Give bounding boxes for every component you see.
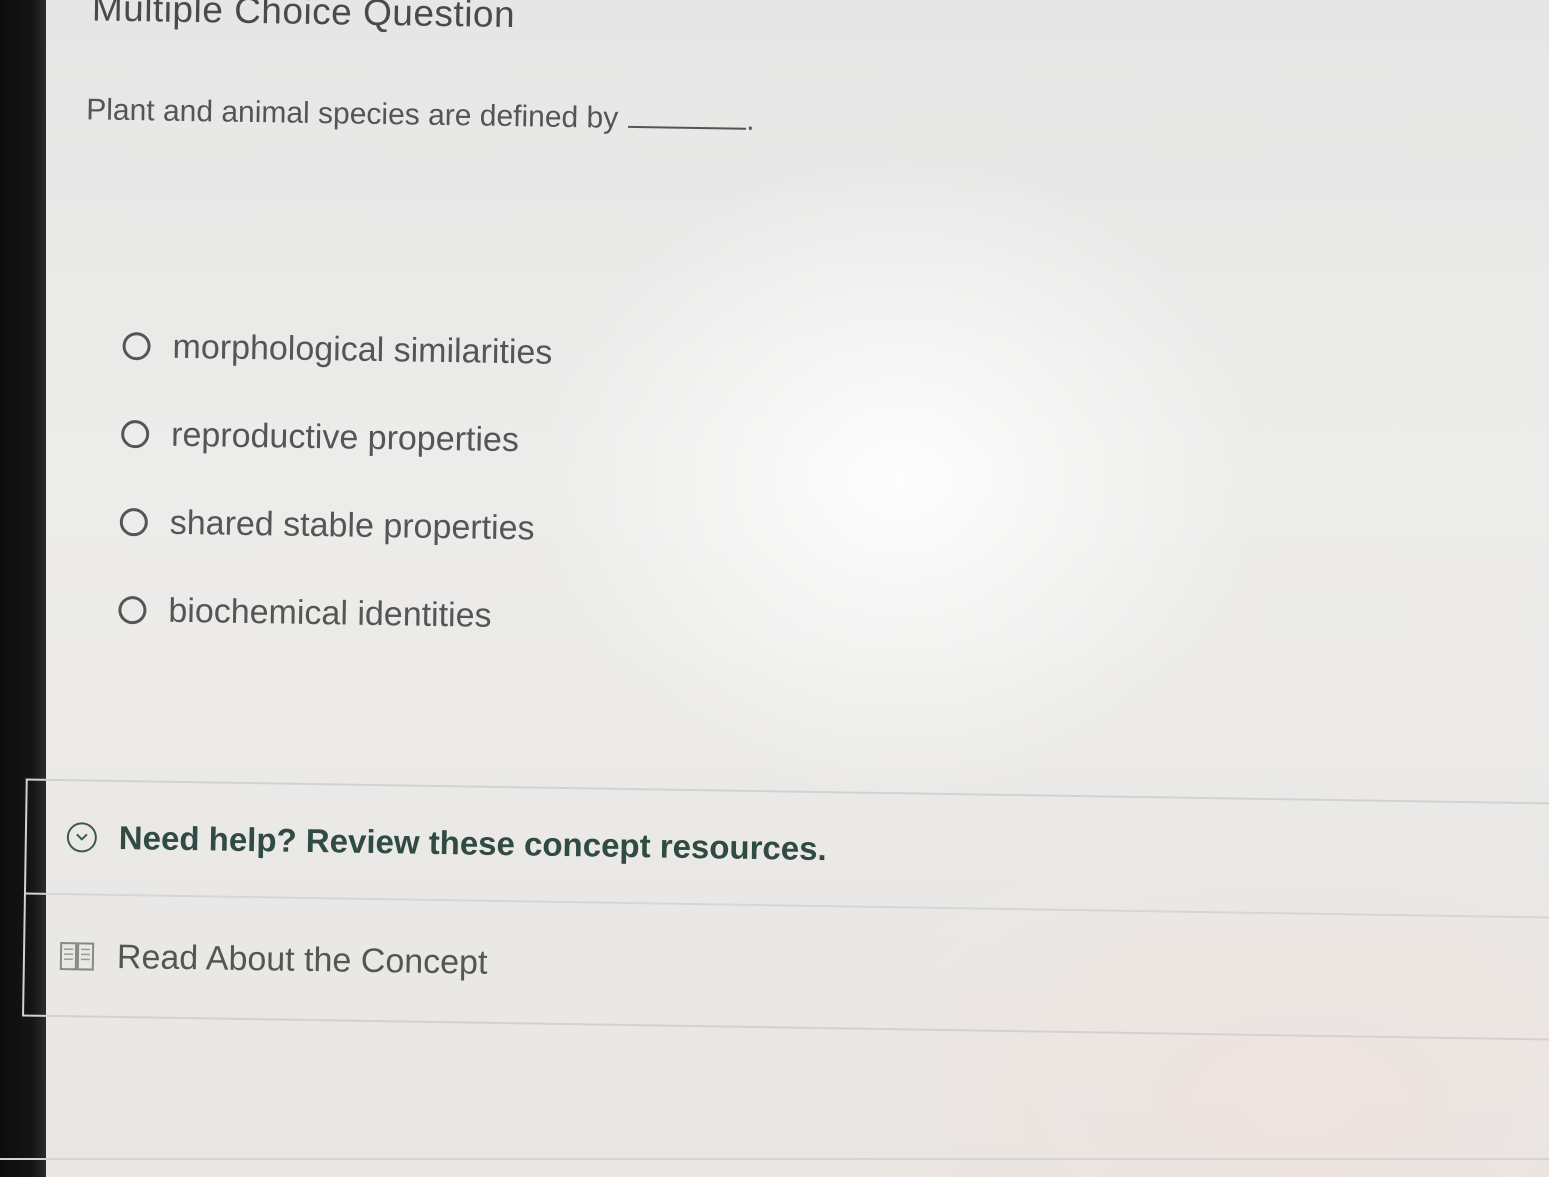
concept-resources-panel: Need help? Review these concept resource… <box>22 778 1549 1041</box>
answer-options: morphological similarities reproductive … <box>118 302 553 661</box>
resource-label: Read About the Concept <box>116 937 488 982</box>
option-shared-stable-properties[interactable]: shared stable properties <box>119 478 550 573</box>
read-about-concept-link[interactable]: Read About the Concept <box>24 897 1549 1039</box>
answer-blank <box>628 121 747 130</box>
question-content: Multiple Choice Question Plant and anima… <box>0 0 1549 1177</box>
option-label: biochemical identities <box>168 591 492 635</box>
radio-button[interactable] <box>118 595 147 625</box>
radio-button[interactable] <box>119 507 149 537</box>
concept-resources-toggle[interactable]: Need help? Review these concept resource… <box>25 780 1549 919</box>
chevron-down-circle-icon[interactable] <box>66 822 98 853</box>
concept-resources-title: Need help? Review these concept resource… <box>118 818 827 868</box>
option-label: shared stable properties <box>169 503 535 547</box>
screen: Multiple Choice Question Plant and anima… <box>0 0 1549 1177</box>
option-label: morphological similarities <box>172 327 553 372</box>
radio-button[interactable] <box>122 331 151 361</box>
option-label: reproductive properties <box>170 415 520 459</box>
question-heading: Multiple Choice Question <box>91 0 516 36</box>
question-prompt: Plant and animal species are defined by. <box>86 93 755 137</box>
bottom-divider <box>0 1158 1549 1160</box>
option-reproductive-properties[interactable]: reproductive properties <box>120 390 552 485</box>
option-morphological-similarities[interactable]: morphological similarities <box>122 302 553 397</box>
option-biochemical-identities[interactable]: biochemical identities <box>118 566 549 661</box>
question-prompt-end: . <box>745 103 755 137</box>
radio-button[interactable] <box>120 419 150 449</box>
book-icon <box>59 940 95 973</box>
question-prompt-text: Plant and animal species are defined by <box>86 93 619 135</box>
